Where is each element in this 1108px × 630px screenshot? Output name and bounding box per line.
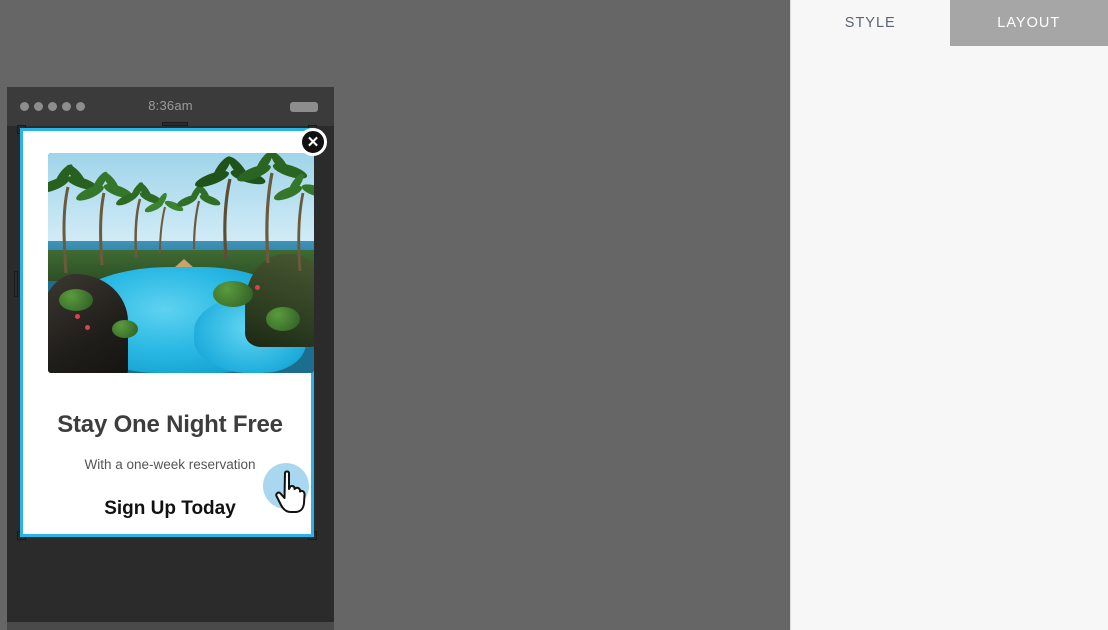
popup-cta-button[interactable]: Sign Up Today [33,498,307,520]
close-icon[interactable]: ✕ [299,128,327,156]
battery-icon [290,102,318,112]
popup-content: Stay One Night Free With a one-week rese… [33,141,314,530]
status-bar-time: 8:36am [148,98,193,113]
popup-headline: Stay One Night Free [57,411,283,438]
properties-panel: STYLE LAYOUT Background Properties Backg… [790,0,1108,630]
hero-image[interactable] [48,153,314,373]
resize-handle-middle-left[interactable] [14,271,18,297]
tab-layout[interactable]: LAYOUT [949,0,1108,46]
resize-handle-top-center[interactable] [162,122,188,126]
hand-cursor-icon [275,470,306,513]
app-root: 8:36am Stay One Night Free With a one-we… [0,0,1108,630]
design-canvas[interactable]: 8:36am Stay One Night Free With a one-we… [0,0,790,630]
phone-bottom-bezel [7,622,334,630]
popup-subheadline: With a one-week reservation [84,457,256,472]
tab-style[interactable]: STYLE [791,0,950,46]
panel-tabs: STYLE LAYOUT [791,0,1108,46]
hero-palm-trees [48,153,314,274]
